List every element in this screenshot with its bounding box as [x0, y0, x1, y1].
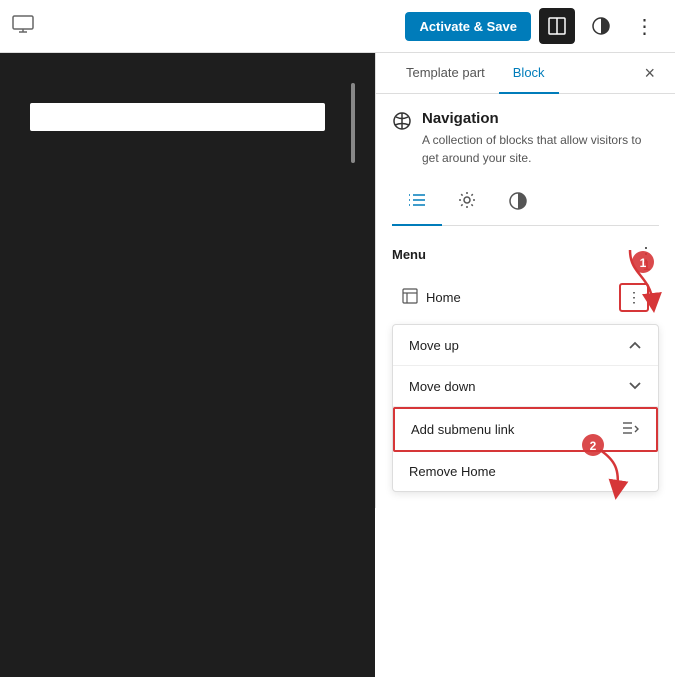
sub-tabs — [392, 183, 659, 226]
move-up-item[interactable]: Move up — [393, 325, 658, 366]
dropdown-menu: Move up Move down — [392, 324, 659, 492]
canvas-scrollbar[interactable] — [351, 83, 355, 163]
layout-icon-button[interactable] — [539, 8, 575, 44]
remove-home-item[interactable]: Remove Home — [393, 452, 658, 491]
monitor-icon — [12, 15, 34, 38]
block-description: A collection of blocks that allow visito… — [422, 131, 659, 167]
sidebar-content: Navigation A collection of blocks that a… — [376, 94, 675, 508]
home-menu-item: Home ⋮ — [392, 275, 659, 320]
tab-block[interactable]: Block — [499, 53, 559, 94]
canvas-header-bar — [30, 103, 325, 131]
contrast-icon-button[interactable] — [583, 8, 619, 44]
block-header: Navigation A collection of blocks that a… — [392, 110, 659, 167]
sub-tab-settings[interactable] — [442, 183, 492, 226]
add-submenu-link-label: Add submenu link — [411, 422, 514, 437]
sidebar: Template part Block × — [375, 53, 675, 508]
home-item-label: Home — [426, 290, 461, 305]
top-bar: Activate & Save ⋮ — [0, 0, 675, 53]
top-bar-left — [12, 15, 34, 38]
move-up-label: Move up — [409, 338, 459, 353]
move-down-label: Move down — [409, 379, 475, 394]
canvas-area — [0, 53, 375, 677]
more-options-button[interactable]: ⋮ — [627, 8, 663, 44]
navigation-block-icon — [392, 111, 412, 137]
remove-home-label: Remove Home — [409, 464, 496, 479]
home-item-icon — [402, 288, 418, 307]
menu-section-title: Menu — [392, 247, 426, 262]
home-menu-item-left: Home — [402, 288, 461, 307]
sidebar-close-button[interactable]: × — [640, 59, 659, 88]
add-submenu-link-item[interactable]: Add submenu link — [393, 407, 658, 452]
tab-template-part[interactable]: Template part — [392, 53, 499, 94]
block-info: Navigation A collection of blocks that a… — [422, 110, 659, 167]
sidebar-tabs: Template part Block × — [376, 53, 675, 94]
sidebar-wrapper: Template part Block × — [375, 53, 675, 677]
menu-more-button[interactable]: ⋮ — [633, 242, 659, 267]
sub-tab-list[interactable] — [392, 183, 442, 226]
main-content: Template part Block × — [0, 53, 675, 677]
block-title: Navigation — [422, 110, 659, 127]
submenu-icon — [622, 421, 640, 438]
sub-tab-style[interactable] — [492, 183, 544, 226]
chevron-up-icon — [628, 337, 642, 353]
chevron-down-icon — [628, 378, 642, 394]
menu-section-header: Menu ⋮ — [392, 242, 659, 267]
home-item-more-button[interactable]: ⋮ — [619, 283, 649, 312]
more-dots-icon: ⋮ — [635, 14, 656, 39]
move-down-item[interactable]: Move down — [393, 366, 658, 407]
activate-save-button[interactable]: Activate & Save — [405, 12, 531, 41]
